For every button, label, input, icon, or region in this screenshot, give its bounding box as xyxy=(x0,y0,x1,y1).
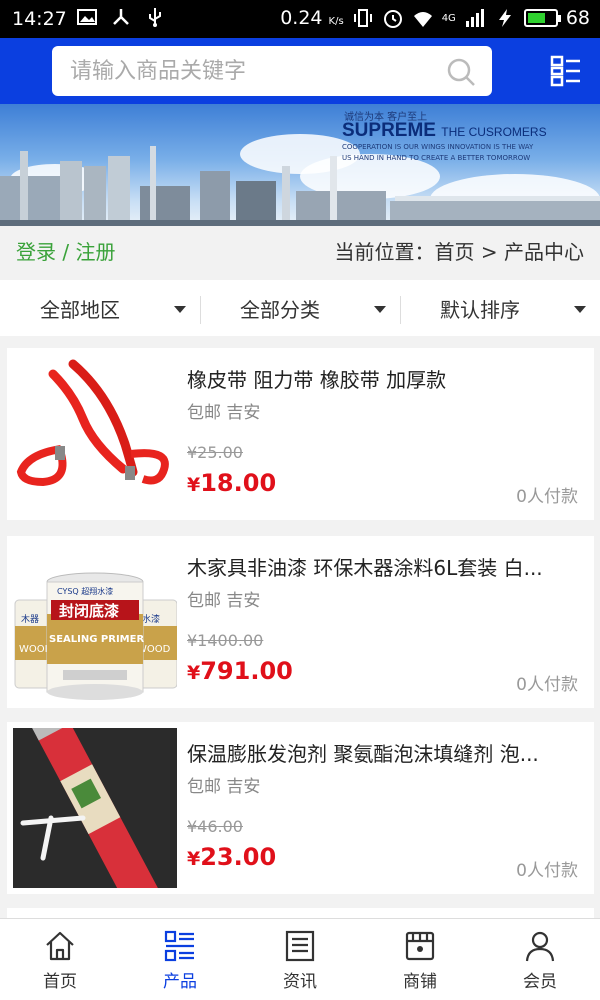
svg-text:木器: 木器 xyxy=(21,613,39,625)
current-price: ¥791.00 xyxy=(187,657,293,685)
banner-subtitle: COOPERATION IS OUR WINGS INNOVATION IS T… xyxy=(342,143,534,151)
nav-label: 产品 xyxy=(163,972,197,992)
product-title[interactable]: 保温膨胀发泡剂 聚氨酯泡沫填缝剂 泡... xyxy=(187,738,585,767)
charging-icon xyxy=(498,9,511,27)
header xyxy=(0,38,600,104)
list-menu-icon[interactable] xyxy=(550,55,582,87)
nav-products[interactable]: 产品 xyxy=(120,919,240,1000)
banner-title: SUPREME THE CUSROMERS xyxy=(342,120,547,141)
usb-icon xyxy=(149,8,161,27)
nav-member[interactable]: 会员 xyxy=(480,919,600,1000)
alarm-icon xyxy=(383,10,402,28)
filter-label: 全部地区 xyxy=(40,297,120,322)
login-register-link[interactable]: 登录 / 注册 xyxy=(16,236,115,265)
product-meta: 包邮 吉安 xyxy=(187,591,261,611)
current-price: ¥23.00 xyxy=(187,843,277,871)
wifi-icon xyxy=(413,12,432,27)
sales-count: 0人付款 xyxy=(516,861,578,881)
member-icon xyxy=(525,931,555,962)
current-price: ¥18.00 xyxy=(187,469,277,497)
network-speed: 0.24 K/s xyxy=(280,7,344,29)
dropdown-arrow-icon xyxy=(174,306,186,313)
banner-subtitle-2: US HAND IN HAND TO CREATE A BETTER TOMOR… xyxy=(342,154,531,162)
news-icon xyxy=(285,930,315,962)
product-card[interactable]: 保温膨胀发泡剂 聚氨酯泡沫填缝剂 泡... 包邮 吉安 ¥46.00 ¥23.0… xyxy=(7,722,594,894)
bottom-nav: 首页 产品 资讯 商铺 会员 xyxy=(0,918,600,1000)
dropdown-arrow-icon xyxy=(374,306,386,313)
search-input[interactable] xyxy=(52,46,422,96)
nav-label: 首页 xyxy=(43,972,77,992)
filter-label: 全部分类 xyxy=(240,297,320,322)
nav-label: 资讯 xyxy=(283,972,317,992)
product-meta: 包邮 吉安 xyxy=(187,777,261,797)
network-type: 4G xyxy=(441,12,456,24)
product-meta: 包邮 吉安 xyxy=(187,403,261,423)
original-price: ¥1400.00 xyxy=(187,631,264,650)
signal-icon xyxy=(465,9,484,27)
breadcrumb: 当前位置：首页 > 产品中心 xyxy=(334,240,584,264)
nav-label: 商铺 xyxy=(403,972,437,992)
dropdown-arrow-icon xyxy=(574,306,586,313)
product-title[interactable]: 木家具非油漆 环保木器涂料6L套装 白... xyxy=(187,552,585,581)
share-icon xyxy=(113,9,129,25)
search-box xyxy=(52,46,492,96)
search-icon[interactable] xyxy=(446,57,476,87)
svg-text:CYSQ 超翔水漆: CYSQ 超翔水漆 xyxy=(57,586,113,596)
breadcrumb-bar: 登录 / 注册 当前位置：首页 > 产品中心 xyxy=(0,226,600,276)
product-list-icon xyxy=(164,930,194,962)
filter-bar: 全部地区 全部分类 默认排序 xyxy=(0,280,600,336)
original-price: ¥46.00 xyxy=(187,817,243,836)
image-icon xyxy=(77,9,97,25)
promo-banner[interactable]: 诚信为本 客户至上 SUPREME THE CUSROMERS COOPERAT… xyxy=(0,104,600,226)
vibrate-icon xyxy=(353,9,372,27)
product-image: 木器 WOOD 器水漆 WOOD CYSQ 超翔水漆 封闭底漆 SEALING … xyxy=(13,542,177,702)
filter-category[interactable]: 全部分类 xyxy=(200,280,400,336)
nav-shops[interactable]: 商铺 xyxy=(360,919,480,1000)
battery-percent: 68 xyxy=(565,7,590,29)
filter-region[interactable]: 全部地区 xyxy=(0,280,200,336)
battery-icon xyxy=(523,9,561,27)
original-price: ¥25.00 xyxy=(187,443,243,462)
sales-count: 0人付款 xyxy=(516,487,578,507)
product-image xyxy=(13,354,177,514)
shop-icon xyxy=(405,931,435,961)
nav-news[interactable]: 资讯 xyxy=(240,919,360,1000)
product-title[interactable]: 橡皮带 阻力带 橡胶带 加厚款 xyxy=(187,364,585,393)
filter-sort[interactable]: 默认排序 xyxy=(400,280,600,336)
product-card[interactable]: 木器 WOOD 器水漆 WOOD CYSQ 超翔水漆 封闭底漆 SEALING … xyxy=(7,536,594,708)
filter-label: 默认排序 xyxy=(440,297,520,322)
sales-count: 0人付款 xyxy=(516,675,578,695)
svg-text:SEALING PRIMER: SEALING PRIMER xyxy=(49,634,144,645)
svg-text:封闭底漆: 封闭底漆 xyxy=(59,602,119,620)
status-bar: 14:27 0.24 K/s 4G 68 xyxy=(0,0,600,38)
product-card[interactable]: 橡皮带 阻力带 橡胶带 加厚款 包邮 吉安 ¥25.00 ¥18.00 0人付款 xyxy=(7,348,594,520)
home-icon xyxy=(46,931,74,961)
nav-home[interactable]: 首页 xyxy=(0,919,120,1000)
nav-label: 会员 xyxy=(523,972,557,992)
status-time: 14:27 xyxy=(12,8,67,30)
product-image xyxy=(13,728,177,888)
